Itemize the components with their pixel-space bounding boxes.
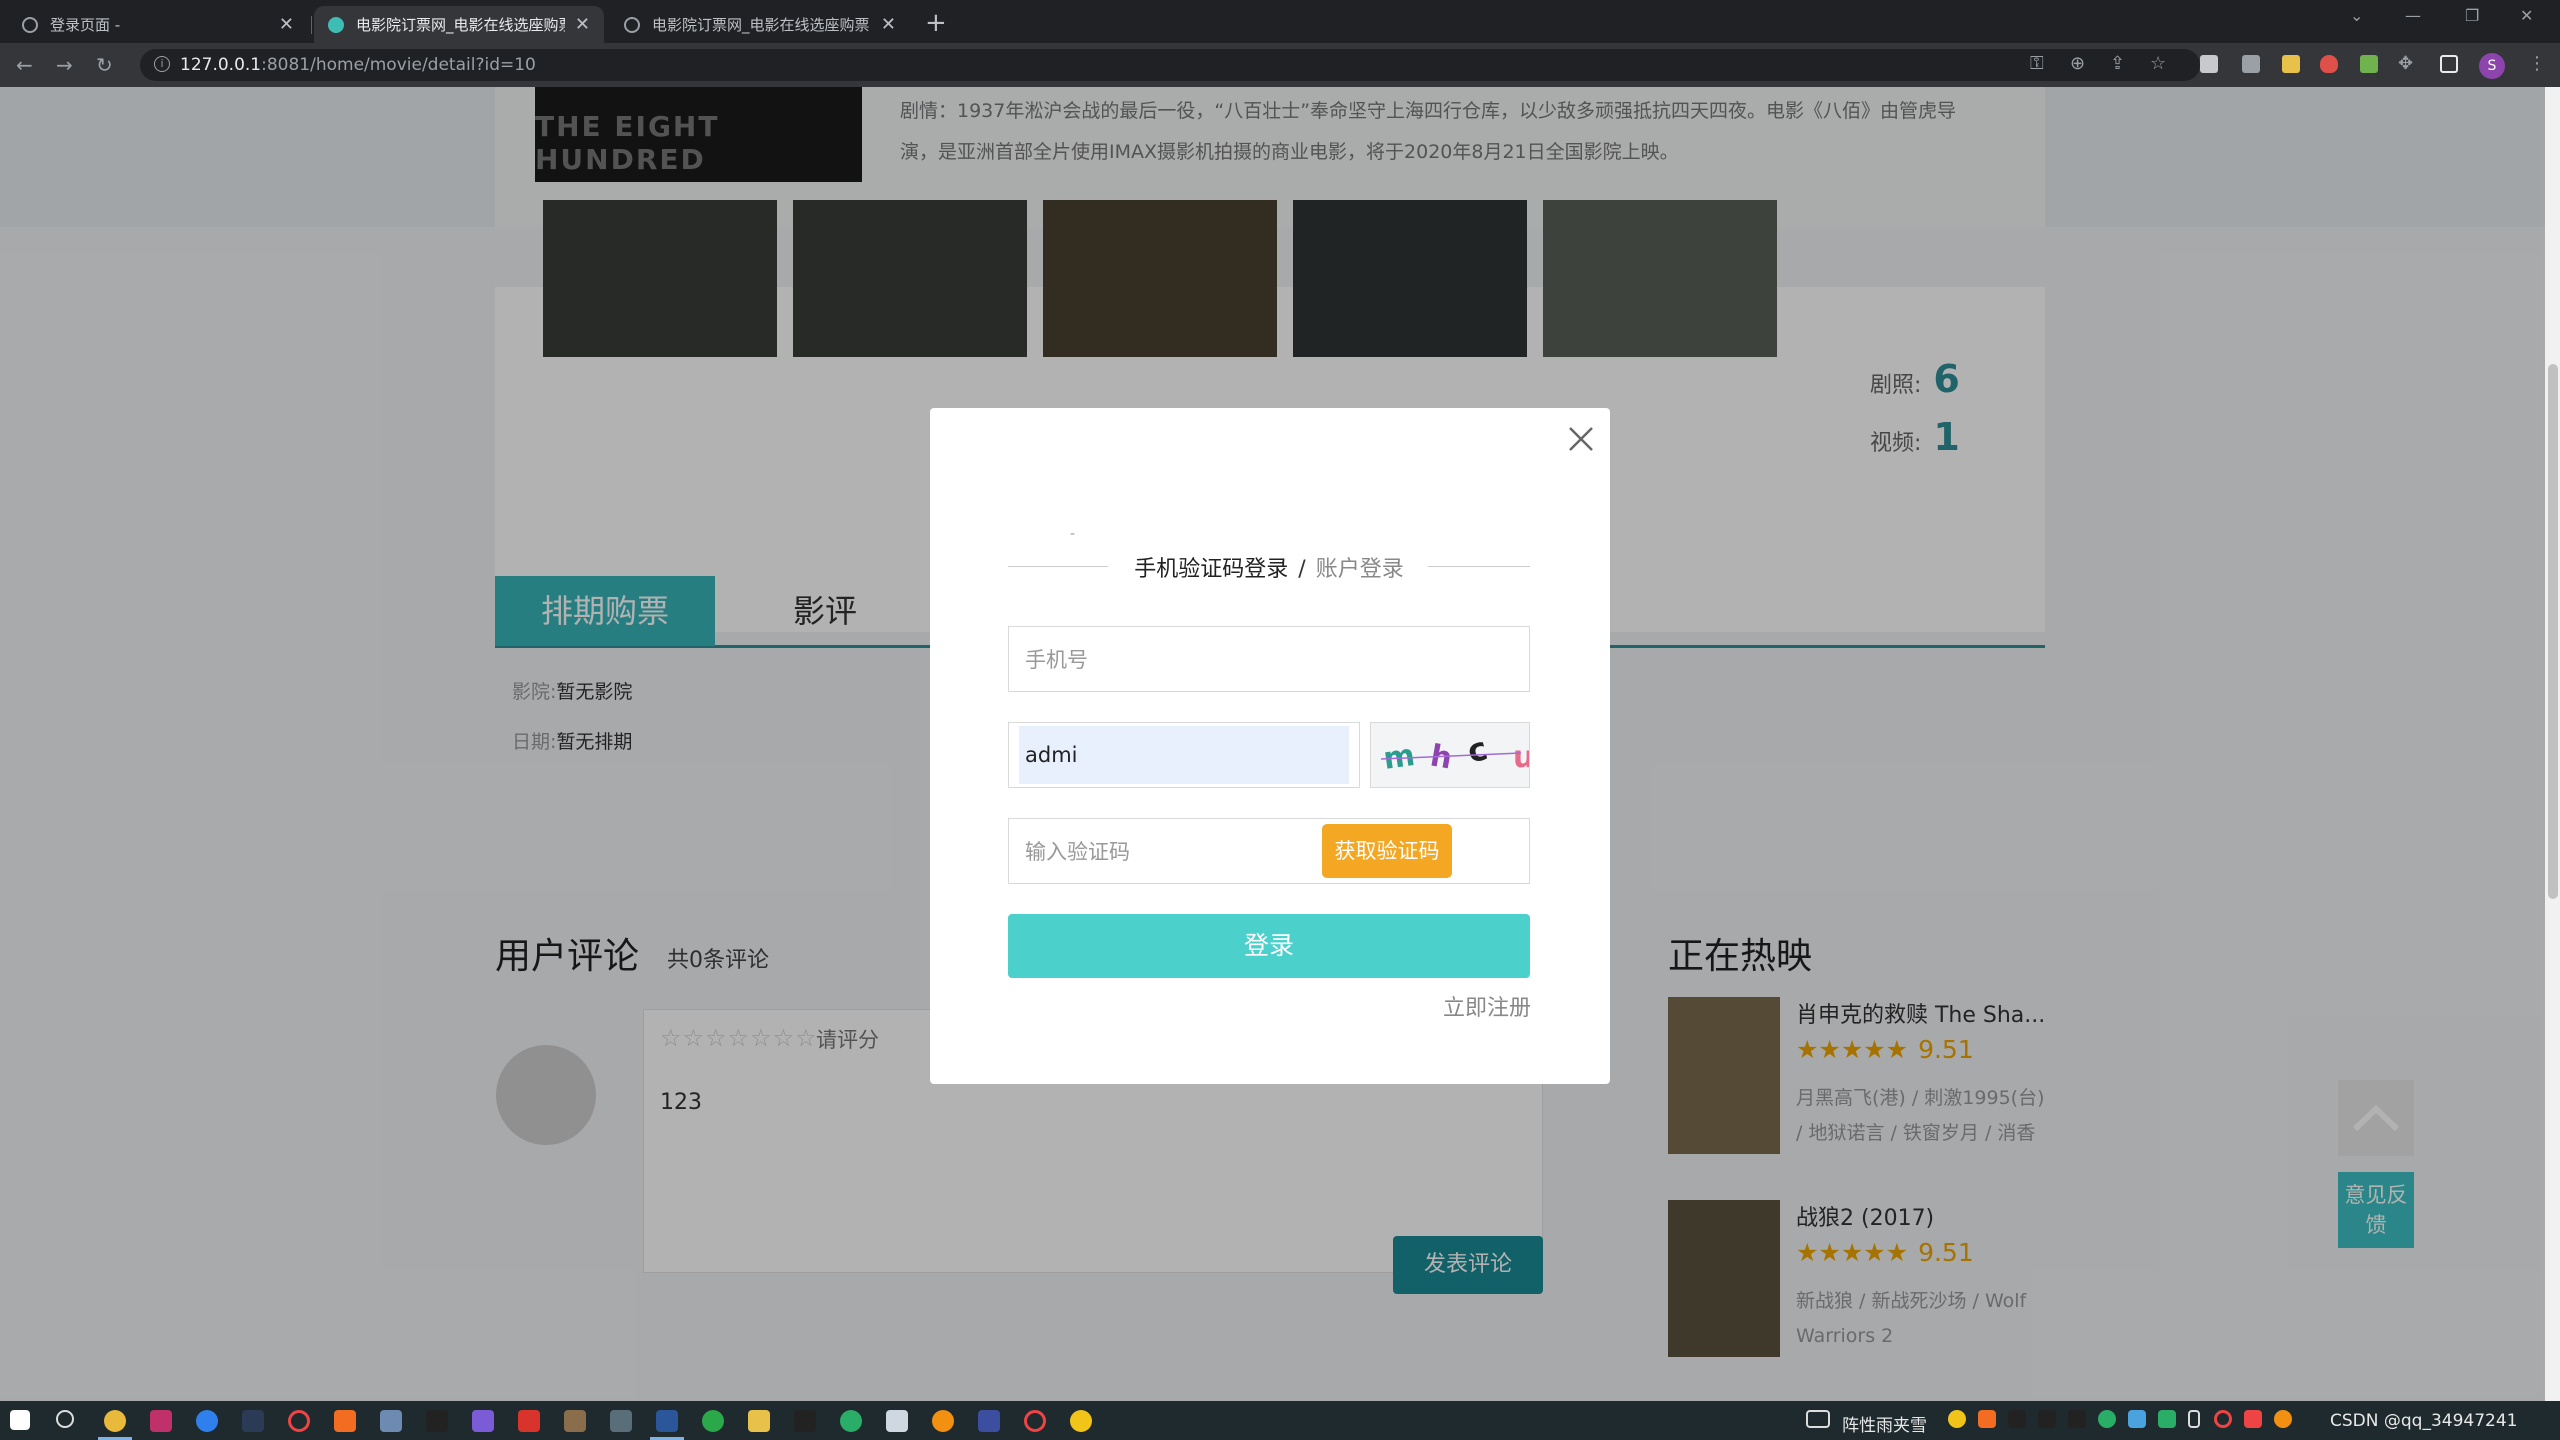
app-icon[interactable] [1070,1410,1092,1432]
mode-separator: / [1298,557,1306,582]
captcha-input[interactable]: admi [1008,722,1360,788]
menu-dots-icon[interactable]: ⋮ [2528,53,2546,74]
app-icon[interactable] [886,1410,908,1432]
camera-extension-icon[interactable] [2242,55,2260,73]
app-icon[interactable] [564,1410,586,1432]
record-tray-icon[interactable] [2214,1410,2232,1428]
register-link[interactable]: 立即注册 [1443,990,1531,1022]
browser-tab-strip: 登录页面 - ✕ 电影院订票网_电影在线选座购票 ✕ 电影院订票网_电影在线选座… [0,0,2560,43]
tray-icon[interactable] [2274,1410,2292,1428]
qq-icon[interactable] [426,1410,448,1432]
jetbrains-icon[interactable] [150,1410,172,1432]
photos-icon[interactable] [978,1410,1000,1432]
tab-title: 电影院订票网_电影在线选座购票 [356,16,565,34]
browser-tab-movie[interactable]: 电影院订票网_电影在线选座购票 ✕ [610,6,910,43]
close-tab-icon[interactable]: ✕ [881,14,896,35]
phone-input[interactable]: 手机号 [1008,626,1530,692]
side-panel-icon[interactable] [2440,55,2458,73]
captcha-char: c [1463,729,1491,771]
browser-tab-login[interactable]: 登录页面 - ✕ [8,6,308,43]
captcha-image[interactable]: m h c u [1370,722,1530,788]
close-icon[interactable] [1566,424,1596,454]
close-tab-icon[interactable]: ✕ [575,14,590,35]
share-icon[interactable]: ⇪ [2110,53,2125,74]
qq-tray-icon[interactable] [2068,1410,2086,1428]
app-icon[interactable] [334,1410,356,1432]
extension-icon[interactable] [2200,55,2218,73]
shield-extension-icon[interactable] [2320,55,2338,73]
captcha-char: u [1513,740,1530,775]
modal-dash: - [1070,526,1076,542]
image-extension-icon[interactable] [2282,55,2300,73]
back-arrow-icon[interactable]: ← [16,53,33,77]
record-icon[interactable] [288,1410,310,1432]
globe-icon [624,16,640,33]
key-icon[interactable]: ⚿ [2030,53,2044,74]
qq-icon[interactable] [794,1410,816,1432]
tray-icon[interactable] [1978,1410,1996,1428]
tab-title: 电影院订票网_电影在线选座购票 [652,16,870,34]
bookmark-star-icon[interactable]: ☆ [2150,53,2166,74]
url-host: 127.0.0.1 [180,55,262,75]
maximize-button[interactable]: ❐ [2465,6,2479,25]
windows-start-icon[interactable] [10,1410,30,1430]
tray-icon[interactable] [2244,1410,2262,1428]
weather-text[interactable]: 阵性雨夹雪 [1842,1411,1927,1436]
phone-login-tab[interactable]: 手机验证码登录 [1120,557,1289,582]
tab-divider [311,16,312,34]
windows-taskbar: 阵性雨夹雪 CSDN @qq_34947241 [0,1401,2560,1440]
wechat-icon[interactable] [840,1410,862,1432]
sync-icon[interactable] [702,1410,724,1432]
login-mode-switch: 手机验证码登录 / 账户登录 [1008,551,1530,583]
url-path: :8081/home/movie/detail?id=10 [261,55,536,75]
login-button[interactable]: 登录 [1008,914,1530,978]
browser-tab-movie-detail[interactable]: 电影院订票网_电影在线选座购票 ✕ [314,6,604,43]
profile-avatar[interactable]: S [2479,53,2505,79]
keyboard-icon[interactable] [1806,1410,1830,1428]
search-app-icon[interactable] [932,1410,954,1432]
minimize-button[interactable]: — [2405,6,2421,25]
record-icon[interactable] [1024,1410,1046,1432]
qq-tray-icon[interactable] [2008,1410,2026,1428]
app-icon[interactable] [196,1410,218,1432]
tray-icon[interactable] [2128,1410,2146,1428]
close-tab-icon[interactable]: ✕ [279,14,294,35]
zoom-icon[interactable]: ⊕ [2070,53,2085,74]
battery-icon[interactable] [2188,1410,2200,1428]
new-tab-button[interactable]: + [925,8,947,38]
get-code-button[interactable]: 获取验证码 [1322,824,1452,878]
app-icon[interactable] [242,1410,264,1432]
captcha-input-value[interactable]: admi [1019,726,1349,784]
login-modal: - 手机验证码登录/账户登录 手机号 admi m h c u 输入验证码 获取… [930,408,1610,1084]
chrome-icon[interactable] [104,1410,126,1432]
app-icon[interactable] [380,1410,402,1432]
reload-icon[interactable]: ↻ [96,53,113,77]
tray-icon[interactable] [1948,1410,1966,1428]
browser-toolbar: ← → ↻ i 127.0.0.1:8081/home/movie/detail… [0,43,2560,87]
tray-overlay-text: CSDN @qq_34947241 [2330,1411,2518,1431]
app-icon[interactable] [472,1410,494,1432]
tab-search-icon[interactable]: ⌄ [2350,6,2363,25]
site-info-icon[interactable]: i [154,56,170,72]
forward-arrow-icon[interactable]: → [56,53,73,77]
globe-icon [22,16,38,33]
folder-icon[interactable] [748,1410,770,1432]
tray-icon[interactable] [2158,1410,2176,1428]
login-modes: 手机验证码登录 / 账户登录 [1008,551,1530,583]
address-bar[interactable]: i 127.0.0.1:8081/home/movie/detail?id=10 [140,49,2200,81]
puzzle-icon[interactable]: ✥ [2398,53,2413,74]
account-login-tab[interactable]: 账户登录 [1315,557,1418,582]
pen-extension-icon[interactable] [2360,55,2378,73]
app-icon[interactable] [610,1410,632,1432]
tab-title: 登录页面 - [50,16,121,34]
word-icon[interactable] [656,1410,678,1432]
captcha-graphic: m h c u [1380,729,1530,777]
qq-tray-icon[interactable] [2038,1410,2056,1428]
scrollbar-thumb[interactable] [2548,364,2558,899]
close-window-button[interactable]: ✕ [2520,6,2533,25]
app-icon[interactable] [518,1410,540,1432]
site-logo-icon [328,16,344,33]
search-icon[interactable] [56,1410,74,1428]
wechat-tray-icon[interactable] [2098,1410,2116,1428]
